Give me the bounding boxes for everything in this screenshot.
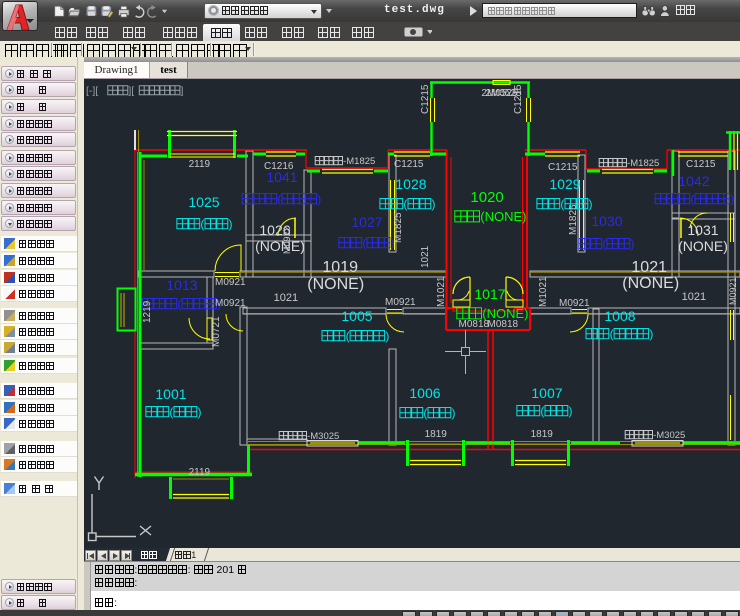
svg-text:): ) xyxy=(432,197,436,211)
svg-text:1027: 1027 xyxy=(351,214,382,230)
svg-text:C1215: C1215 xyxy=(394,159,424,170)
svg-text:(NONE): (NONE) xyxy=(307,276,364,293)
svg-text:M0922: M0922 xyxy=(282,226,292,254)
svg-text:(NONE): (NONE) xyxy=(622,275,679,292)
svg-text:(NONE): (NONE) xyxy=(678,238,728,254)
svg-text:M0818: M0818 xyxy=(488,319,519,330)
svg-text:M0921: M0921 xyxy=(559,298,590,309)
svg-text:(: ( xyxy=(177,297,181,311)
svg-text:): ) xyxy=(317,192,321,206)
svg-text:2119: 2119 xyxy=(189,467,211,478)
svg-text:1007: 1007 xyxy=(531,385,562,401)
svg-text:1021: 1021 xyxy=(420,245,431,268)
svg-text:M1021: M1021 xyxy=(538,276,549,307)
svg-text:(: ( xyxy=(560,197,564,211)
svg-text:1219: 1219 xyxy=(142,300,153,323)
svg-text:(NONE): (NONE) xyxy=(255,238,305,254)
svg-text:1021: 1021 xyxy=(274,292,298,304)
svg-text:][: ][ xyxy=(128,85,134,97)
svg-text:): ) xyxy=(631,237,635,251)
svg-text:): ) xyxy=(649,327,653,341)
svg-text:(: ( xyxy=(540,404,544,418)
svg-text:(: ( xyxy=(277,192,281,206)
svg-text:): ) xyxy=(198,405,202,419)
svg-text:1025: 1025 xyxy=(188,194,219,210)
svg-text:-M3025: -M3025 xyxy=(653,430,685,441)
svg-text:1001: 1001 xyxy=(155,386,186,402)
svg-text:(: ( xyxy=(690,192,694,206)
svg-text:M1825: M1825 xyxy=(568,204,579,235)
svg-text:1021: 1021 xyxy=(682,291,706,303)
svg-text:1042: 1042 xyxy=(678,173,709,189)
svg-text:(: ( xyxy=(346,329,350,343)
svg-text:1021: 1021 xyxy=(631,259,667,276)
svg-text:1019: 1019 xyxy=(322,259,358,276)
svg-text:M0921: M0921 xyxy=(728,277,738,305)
svg-text:): ) xyxy=(452,406,456,420)
svg-text:(NONE): (NONE) xyxy=(480,209,526,224)
svg-text:1005: 1005 xyxy=(341,308,372,324)
svg-text:(: ( xyxy=(362,236,366,250)
svg-text:(: ( xyxy=(602,237,606,251)
svg-text:): ) xyxy=(229,217,233,231)
svg-text:M0921: M0921 xyxy=(215,298,246,309)
svg-text:1028: 1028 xyxy=(395,176,426,192)
svg-text:1031: 1031 xyxy=(687,222,718,238)
svg-text:M0721: M0721 xyxy=(211,316,222,347)
svg-text:1819: 1819 xyxy=(425,429,448,440)
svg-text:2119: 2119 xyxy=(189,159,211,170)
svg-text:1819: 1819 xyxy=(531,429,554,440)
svg-text:M1021: M1021 xyxy=(436,276,447,307)
svg-text:): ) xyxy=(730,192,734,206)
svg-text:C1216: C1216 xyxy=(264,161,294,172)
svg-text:C1215: C1215 xyxy=(548,162,578,173)
svg-text:M0818: M0818 xyxy=(459,319,490,330)
svg-text:(: ( xyxy=(169,405,173,419)
svg-text:1020: 1020 xyxy=(470,189,503,206)
svg-text:M1825: M1825 xyxy=(393,212,404,243)
svg-text:(: ( xyxy=(610,327,614,341)
svg-text:1030: 1030 xyxy=(591,213,622,229)
svg-text:M0921: M0921 xyxy=(385,297,416,308)
svg-text:(: ( xyxy=(423,406,427,420)
svg-text:1013: 1013 xyxy=(166,277,197,293)
svg-text:[-][: [-][ xyxy=(86,85,98,97)
svg-text:1029: 1029 xyxy=(549,176,580,192)
svg-text:-M1825: -M1825 xyxy=(343,156,375,167)
svg-text:C1215: C1215 xyxy=(513,84,524,114)
svg-text:1017: 1017 xyxy=(474,286,505,302)
svg-text:]: ] xyxy=(181,85,184,97)
svg-text:C1215: C1215 xyxy=(420,84,431,114)
svg-text:): ) xyxy=(385,329,389,343)
svg-text:M0921: M0921 xyxy=(215,277,246,288)
svg-text:-M3025: -M3025 xyxy=(307,431,339,442)
svg-text:): ) xyxy=(569,404,573,418)
svg-text:(: ( xyxy=(200,217,204,231)
svg-text:(: ( xyxy=(403,197,407,211)
svg-text:-M1825: -M1825 xyxy=(627,158,659,169)
svg-text:1006: 1006 xyxy=(409,385,440,401)
svg-text:C1215: C1215 xyxy=(686,159,716,170)
svg-text:): ) xyxy=(589,197,593,211)
svg-text:1008: 1008 xyxy=(604,308,635,324)
